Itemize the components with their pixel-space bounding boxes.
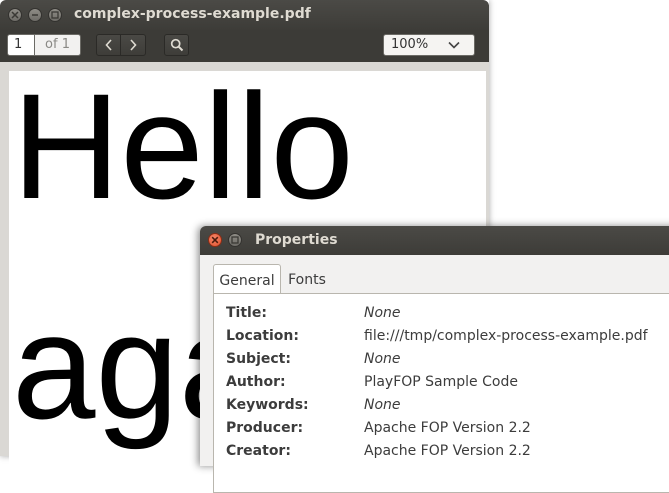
properties-dialog: Properties General Fonts Title: None Loc… [200,226,669,493]
property-value: None [364,305,401,321]
maximize-icon[interactable] [228,233,242,247]
chevron-down-icon [448,41,460,49]
property-value: Apache FOP Version 2.2 [364,420,531,436]
property-label: Keywords: [226,397,309,413]
zoom-select[interactable]: 100% [383,34,475,56]
property-value: None [364,397,401,413]
dialog-title: Properties [255,232,338,248]
property-value: file:///tmp/complex-process-example.pdf [364,328,648,344]
search-icon [170,38,183,52]
minimize-icon[interactable] [28,8,42,22]
property-label: Producer: [226,420,304,436]
page-count-label: of 1 [35,34,81,56]
next-page-button[interactable] [121,34,146,56]
window-title: complex-process-example.pdf [74,6,311,22]
viewer-toolbar: 1 of 1 100% [0,30,489,62]
property-value: Apache FOP Version 2.2 [364,443,531,459]
previous-page-button[interactable] [96,34,121,56]
viewer-titlebar[interactable]: complex-process-example.pdf [0,0,489,30]
zoom-value: 100% [391,37,429,52]
property-value: PlayFOP Sample Code [364,374,518,390]
property-value: None [364,351,401,367]
property-label: Subject: [226,351,291,367]
chevron-left-icon [104,39,112,51]
property-label: Author: [226,374,286,390]
maximize-icon[interactable] [48,8,62,22]
search-button[interactable] [164,34,189,56]
tab-general[interactable]: General [213,264,281,294]
property-label: Location: [226,328,299,344]
page-number-input[interactable]: 1 [7,34,35,56]
close-icon[interactable] [208,233,222,247]
dialog-titlebar[interactable]: Properties [200,226,669,255]
page-text-line-1: Hello [12,62,354,230]
tab-fonts[interactable]: Fonts [281,264,333,294]
close-icon[interactable] [8,8,22,22]
property-label: Creator: [226,443,291,459]
chevron-right-icon [130,39,137,51]
general-properties-panel: Title: None Location: file:///tmp/comple… [213,293,669,493]
property-label: Title: [226,305,267,321]
